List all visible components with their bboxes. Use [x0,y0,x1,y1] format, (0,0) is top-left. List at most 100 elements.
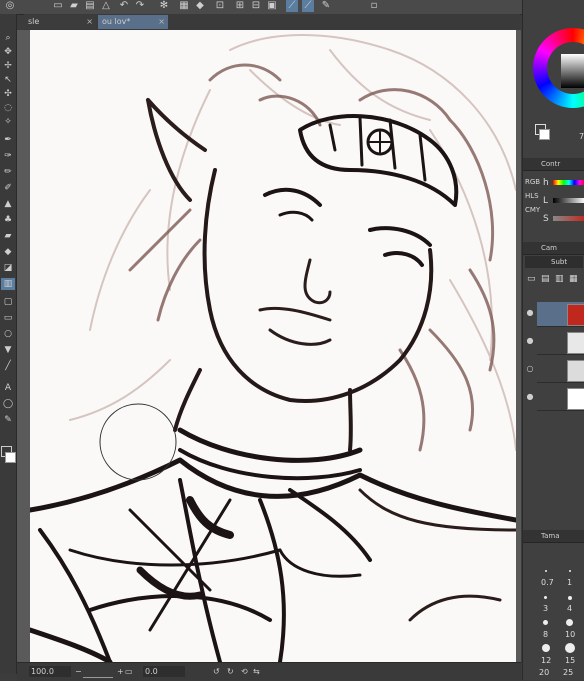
drawing-canvas[interactable] [30,30,516,662]
flip-icon[interactable]: ⇆ [253,666,260,677]
app-menu-icon[interactable]: ◎ [4,0,16,12]
hand-icon[interactable]: ✥ [1,46,15,58]
invert-selection-icon[interactable]: ⊟ [250,0,262,12]
hls-tab[interactable]: HLS [525,192,539,200]
redo-icon[interactable]: ↷ [134,0,146,12]
folder-icon[interactable]: ▤ [541,274,550,284]
figure-icon[interactable]: ▢ [1,296,15,308]
status-bar: 100.0 − + ▭ 0.0 ↺ ↻ ⟲ ⇆ [17,662,521,681]
brush-size-option[interactable]: 3 [543,604,548,613]
sub-color-swatch[interactable] [5,452,16,463]
ruler-icon[interactable]: ○ [1,328,15,340]
balloon-icon[interactable]: ▼ [1,344,15,356]
fill-bucket-icon[interactable]: ◪ [1,262,15,274]
rotate-left-icon[interactable]: ↺ [213,666,220,677]
lightness-slider[interactable] [553,198,584,203]
fit-icon[interactable]: ▭ [125,666,133,677]
move-layer-icon[interactable]: ✣ [1,88,15,100]
eraser-icon[interactable]: ▰ [1,230,15,242]
brush-size-option[interactable]: 15 [565,656,575,665]
clip-icon[interactable]: ▥ [555,274,564,284]
pencil-icon[interactable]: ✏ [1,166,15,178]
lock-icon[interactable]: ▦ [569,274,578,284]
frame-icon[interactable]: ▭ [1,312,15,324]
blend-mode-select[interactable]: Subt [525,256,583,268]
brush-size-option[interactable]: 4 [567,604,572,613]
new-file-icon[interactable]: ▭ [52,0,64,12]
speech-icon[interactable]: ◯ [1,398,15,410]
tab-sle[interactable]: sle × [24,15,96,29]
auto-select-icon[interactable]: ✧ [1,116,15,128]
document-tabs: sle × ou lov* × [24,14,520,30]
size-dot [565,643,575,653]
tab-ou-lov[interactable]: ou lov* × [98,15,168,29]
color-wheel-panel: 7 [527,16,584,146]
deselect-icon[interactable]: ⊞ [234,0,246,12]
fill-icon[interactable]: ◆ [194,0,206,12]
gradient-icon[interactable]: ▥ [1,278,15,290]
brush-size-option[interactable]: 20 [539,668,549,677]
layer-row[interactable]: ● [527,330,584,355]
saturation-square[interactable] [561,54,584,88]
lightness-label: L [543,196,549,206]
snap-grid-icon[interactable]: ✎ [320,0,332,12]
zoom-out-icon[interactable]: − [75,666,82,677]
blend-icon[interactable]: ◆ [1,246,15,258]
eye-icon[interactable]: ○ [525,364,535,374]
brush-size-option[interactable]: 8 [543,630,548,639]
clear-icon[interactable]: ▦ [178,0,190,12]
eye-icon[interactable]: ● [525,336,535,346]
size-dot [566,619,573,626]
line-icon[interactable]: ╱ [1,360,15,372]
layer-row[interactable]: ● [527,302,584,327]
layer-row[interactable]: ○ [527,358,584,383]
panel-title: Contr [541,160,561,168]
layer-row[interactable]: ● [527,386,584,411]
hue-slider[interactable] [553,180,584,185]
snap-ruler-icon[interactable]: ⟋ [286,0,298,12]
right-panel-dock: 7 Contr RGB HLS CMY h L S Cam Subt ▭ ▤ ▥… [522,0,584,680]
decoration-icon[interactable]: ♣ [1,214,15,226]
layer-thumbnail [567,360,584,382]
brush-size-option[interactable]: 0.7 [541,578,554,587]
cmy-tab[interactable]: CMY [525,206,540,214]
reset-rotation-icon[interactable]: ⟲ [241,666,248,677]
zoom-icon[interactable]: ⌕ [1,32,15,44]
zoom-value[interactable]: 100.0 [29,666,71,677]
sub-color-swatch[interactable] [539,129,550,140]
text-icon[interactable]: A [1,382,15,394]
save-icon[interactable]: ▤ [84,0,96,12]
transform-icon[interactable]: ⊡ [214,0,226,12]
undo-icon[interactable]: ↶ [118,0,130,12]
brush-size-option[interactable]: 12 [541,656,551,665]
new-layer-icon[interactable]: ▭ [527,274,536,284]
settings-icon[interactable]: ▫ [368,0,380,12]
zoom-in-icon[interactable]: + [117,666,124,677]
brush-size-option[interactable]: 25 [563,668,573,677]
eyedropper-icon[interactable]: ✒ [1,134,15,146]
airbrush-icon[interactable]: ▲ [1,198,15,210]
close-icon[interactable]: × [86,15,93,29]
eye-icon[interactable]: ● [525,392,535,402]
angle-value[interactable]: 0.0 [143,666,185,677]
operation-icon[interactable]: ↖ [1,74,15,86]
show-selection-icon[interactable]: ▣ [266,0,278,12]
brush-size-option[interactable]: 10 [565,630,575,639]
rotate-right-icon[interactable]: ↻ [227,666,234,677]
export-icon[interactable]: △ [100,0,112,12]
pen-icon[interactable]: ✑ [1,150,15,162]
snap-special-ruler-icon[interactable]: ⟋ [302,0,314,12]
brush-size-option[interactable]: 1 [567,578,572,587]
correct-line-icon[interactable]: ✎ [1,414,15,426]
lasso-icon[interactable]: ◌ [1,102,15,114]
move-icon[interactable]: ✢ [1,60,15,72]
saturation-slider[interactable] [553,216,584,221]
zoom-slider[interactable] [83,666,113,678]
brush-icon[interactable]: ✐ [1,182,15,194]
layer-number: 7 [579,132,584,141]
rgb-tab[interactable]: RGB [525,178,540,186]
eye-icon[interactable]: ● [525,308,535,318]
panel-title: Tama [541,532,560,540]
open-folder-icon[interactable]: ▰ [68,0,80,12]
close-icon[interactable]: × [158,15,165,29]
